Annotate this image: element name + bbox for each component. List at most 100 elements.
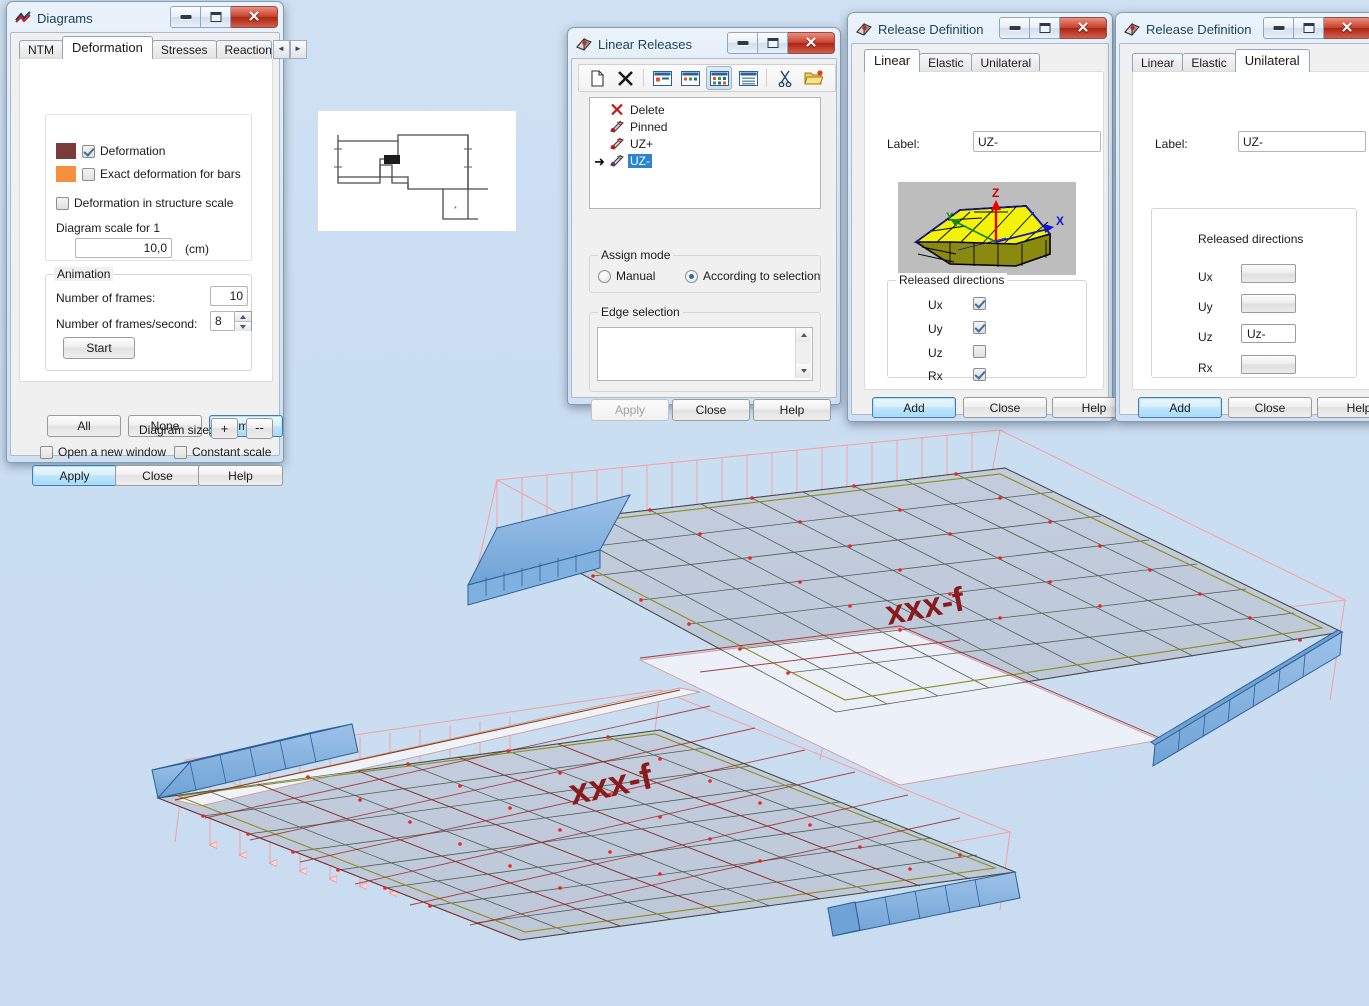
diagram-size-minus-button[interactable]: -- [246,418,273,439]
list-item[interactable]: Delete [590,101,820,118]
tab-reactions[interactable]: Reactions [216,40,272,59]
close-button[interactable]: Close [115,465,200,486]
uy-checkbox[interactable] [973,321,986,334]
help-button[interactable]: Help [1317,397,1369,418]
uz-combo[interactable]: Uz- [1241,324,1296,343]
add-button[interactable]: Add [1138,397,1222,418]
uy-combo[interactable] [1241,294,1296,313]
close-icon[interactable]: ✕ [788,32,835,54]
new-icon[interactable] [585,67,609,89]
scroll-up-arrow-icon[interactable] [796,328,811,342]
exact-deformation-color-swatch[interactable] [56,166,76,182]
list-item[interactable]: Pinned [590,118,820,135]
tab-deformation[interactable]: Deformation [62,36,153,59]
assign-mode-selection[interactable]: According to selection [685,269,820,283]
apply-button[interactable]: Apply [591,399,669,421]
tab-elastic[interactable]: Elastic [919,53,972,72]
diagrams-tabrow[interactable]: NTM Deformation Stresses Reactions ◄ ► [19,37,307,59]
label-input[interactable]: UZ- [1238,131,1366,152]
tab-linear[interactable]: Linear [1132,53,1183,72]
add-button[interactable]: Add [872,397,956,418]
constant-scale-row[interactable]: Constant scale [174,445,271,459]
minimize-icon[interactable] [727,32,758,54]
tab-prev-icon[interactable]: ◄ [273,40,290,59]
release-definition-unilateral-dialog[interactable]: Release Definition ✕ Linear Elastic Unil… [1115,12,1369,422]
tab-ntm[interactable]: NTM [19,40,63,59]
maximize-icon[interactable] [1294,17,1324,39]
minimize-icon[interactable] [999,17,1030,39]
tab-scroll-buttons[interactable]: ◄ ► [273,40,307,59]
release-unilateral-tabrow[interactable]: Linear Elastic Unilateral [1132,50,1309,72]
tab-unilateral[interactable]: Unilateral [971,53,1040,72]
small-icons-view-icon[interactable] [678,67,702,89]
start-button[interactable]: Start [63,337,135,359]
exact-deformation-check-row[interactable]: Exact deformation for bars [56,166,241,182]
diagram-size-plus-button[interactable]: + [211,418,238,439]
fps-stepper[interactable] [235,311,252,331]
label-input[interactable]: UZ- [973,131,1101,152]
deformation-color-swatch[interactable] [56,143,76,159]
according-to-selection-radio[interactable] [685,270,698,283]
deformation-checkbox[interactable] [82,145,95,158]
maximize-icon[interactable] [1030,17,1060,39]
deformation-check-row[interactable]: Deformation [56,143,165,159]
rx-checkbox[interactable] [973,368,986,381]
delete-icon[interactable] [613,67,637,89]
minimize-icon[interactable] [1263,17,1294,39]
scroll-down-arrow-icon[interactable] [796,364,811,378]
fps-input[interactable]: 8 [210,311,235,331]
rx-combo[interactable] [1241,355,1296,374]
tab-linear[interactable]: Linear [864,49,920,72]
uz-checkbox[interactable] [973,345,986,358]
list-item[interactable]: ➜ UZ- [590,152,820,169]
close-icon[interactable]: ✕ [1060,17,1107,39]
fps-stepper-down[interactable] [235,322,251,331]
open-new-window-checkbox[interactable] [40,446,53,459]
structure-scale-checkbox[interactable] [56,197,69,210]
maximize-icon[interactable] [201,6,231,28]
close-button[interactable]: Close [1228,397,1312,418]
floor-plan-thumbnail[interactable]: * [318,111,516,231]
cut-icon[interactable] [773,67,797,89]
releases-list[interactable]: Delete Pinned UZ+ ➜ UZ- [589,97,821,209]
all-button[interactable]: All [47,415,121,437]
linear-releases-dialog[interactable]: Linear Releases ✕ [567,27,841,405]
close-icon[interactable]: ✕ [1324,17,1369,39]
edge-selection-scrollbar[interactable] [795,328,811,378]
ux-checkbox[interactable] [973,297,986,310]
constant-scale-checkbox[interactable] [174,446,187,459]
minimize-icon[interactable] [170,6,201,28]
maximize-icon[interactable] [758,32,788,54]
ux-combo[interactable] [1241,264,1296,283]
tab-elastic[interactable]: Elastic [1182,53,1235,72]
edge-selection-input[interactable] [597,327,813,381]
tab-stresses[interactable]: Stresses [152,40,217,59]
apply-button[interactable]: Apply [32,465,117,486]
exact-deformation-checkbox[interactable] [82,168,95,181]
open-folder-icon[interactable] [801,67,825,89]
releases-toolbar[interactable] [578,64,836,92]
list-item[interactable]: UZ+ [590,135,820,152]
release-definition-linear-dialog[interactable]: Release Definition ✕ Linear Elastic Unil… [847,12,1113,422]
manual-radio[interactable] [598,270,611,283]
diagram-scale-input[interactable]: 10,0 [75,238,172,258]
large-icons-view-icon[interactable] [650,67,674,89]
release-definition-linear-titlebar[interactable]: Release Definition ✕ [851,16,1109,42]
close-button[interactable]: Close [963,397,1047,418]
help-button[interactable]: Help [753,399,831,421]
list-view-icon[interactable] [706,66,732,90]
close-icon[interactable]: ✕ [231,6,278,28]
release-linear-tabrow[interactable]: Linear Elastic Unilateral [864,50,1039,72]
linear-releases-titlebar[interactable]: Linear Releases ✕ [571,31,837,57]
fps-stepper-up[interactable] [235,312,251,322]
diagrams-dialog[interactable]: Diagrams ✕ NTM Deformation Stresses Reac… [6,1,284,463]
diagrams-titlebar[interactable]: Diagrams ✕ [10,5,280,31]
tab-unilateral[interactable]: Unilateral [1235,49,1310,72]
release-definition-unilateral-titlebar[interactable]: Release Definition ✕ [1119,16,1369,42]
frames-input[interactable]: 10 [210,286,248,306]
assign-mode-manual[interactable]: Manual [598,269,655,283]
structure-scale-check-row[interactable]: Deformation in structure scale [56,196,233,210]
help-button[interactable]: Help [198,465,283,486]
open-new-window-row[interactable]: Open a new window [40,445,166,459]
close-button[interactable]: Close [672,399,750,421]
